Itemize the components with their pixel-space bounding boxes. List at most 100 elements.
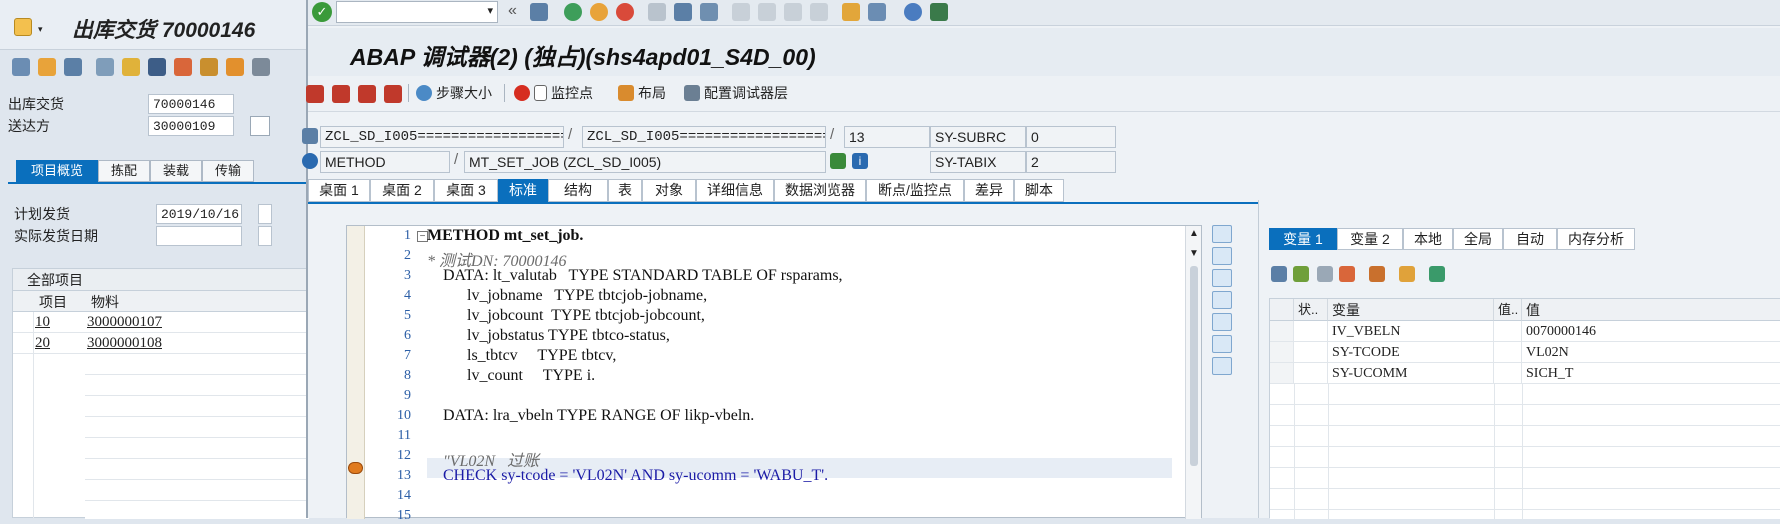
table-row[interactable]: 20 3000000108 — [13, 333, 309, 354]
swap-tool-icon[interactable] — [1212, 313, 1232, 331]
variable-col-header[interactable]: 变量 — [1328, 299, 1494, 321]
help-icon[interactable] — [904, 3, 922, 21]
remove-var-icon[interactable] — [1339, 266, 1355, 282]
delete-icon[interactable] — [64, 58, 82, 76]
new-tool-icon[interactable] — [1212, 247, 1232, 265]
home-icon[interactable] — [252, 58, 270, 76]
sort-var-icon[interactable] — [1369, 266, 1385, 282]
planned-gi-field[interactable]: 2019/10/16 — [156, 204, 242, 224]
watchpoint-button[interactable]: 监控点 — [514, 82, 593, 104]
tab-global[interactable]: 全局 — [1453, 228, 1503, 250]
execute-icon[interactable] — [332, 85, 350, 103]
find-next-icon[interactable] — [700, 3, 718, 21]
tab-transport[interactable]: 传输 — [202, 160, 254, 182]
row-selector[interactable] — [1270, 342, 1294, 363]
tab-table[interactable]: 表 — [608, 179, 642, 202]
tab-variables-1[interactable]: 变量 1 — [1269, 228, 1337, 250]
copy-icon[interactable] — [96, 58, 114, 76]
tab-picking[interactable]: 拣配 — [98, 160, 150, 182]
chevron-down-icon[interactable]: ▾ — [487, 4, 493, 17]
tab-memory-analysis[interactable]: 内存分析 — [1557, 228, 1635, 250]
value-col-header[interactable]: 值 — [1522, 299, 1780, 321]
actual-gi-time[interactable] — [258, 226, 272, 246]
single-step-icon[interactable] — [306, 85, 324, 103]
tag-var-icon[interactable] — [1429, 266, 1445, 282]
layout-menu-icon[interactable] — [930, 3, 948, 21]
method-type-field[interactable]: METHOD — [320, 151, 450, 173]
actual-gi-field[interactable] — [156, 226, 242, 246]
tab-desktop-2[interactable]: 桌面 2 — [370, 179, 434, 202]
breakpoint-gutter[interactable] — [347, 226, 365, 519]
variable-name-cell[interactable]: IV_VBELN — [1328, 321, 1494, 342]
maximize-tool-icon[interactable] — [1212, 291, 1232, 309]
tab-script[interactable]: 脚本 — [1014, 179, 1064, 202]
partner-icon[interactable] — [122, 58, 140, 76]
tab-item-overview[interactable]: 项目概览 — [16, 160, 98, 182]
exit-icon[interactable] — [590, 3, 608, 21]
continue-icon[interactable] — [384, 85, 402, 103]
services-tool-icon[interactable] — [1212, 335, 1232, 353]
display-change-icon[interactable] — [12, 58, 30, 76]
tab-local[interactable]: 本地 — [1403, 228, 1453, 250]
tab-breakpoints[interactable]: 断点/监控点 — [866, 179, 964, 202]
cancel-icon[interactable] — [616, 3, 634, 21]
back-icon[interactable] — [564, 3, 582, 21]
layout-button[interactable]: 布局 — [618, 82, 666, 104]
variable-name-cell[interactable]: SY-UCOMM — [1328, 363, 1494, 384]
delete-var-icon[interactable] — [1271, 266, 1287, 282]
tab-standard[interactable]: 标准 — [498, 179, 548, 202]
pack-icon[interactable] — [174, 58, 192, 76]
row-selector[interactable] — [1270, 321, 1294, 342]
row-selector[interactable] — [1270, 363, 1294, 384]
info-icon[interactable]: i — [852, 153, 868, 169]
value-type-col-header[interactable]: 值.. — [1494, 299, 1522, 321]
shortcut-icon[interactable] — [868, 3, 886, 21]
variable-value-cell[interactable]: SICH_T — [1522, 363, 1780, 384]
program-field-2[interactable]: ZCL_SD_I005=====================... — [582, 126, 826, 148]
tab-loading[interactable]: 装载 — [150, 160, 202, 182]
item-number[interactable]: 10 — [35, 314, 50, 331]
truck-icon[interactable] — [226, 58, 244, 76]
app-menu-icon[interactable] — [14, 18, 32, 36]
last-page-icon[interactable] — [810, 3, 828, 21]
command-field[interactable]: ▾ — [336, 1, 498, 23]
export-var-icon[interactable] — [1293, 266, 1309, 282]
program-field-1[interactable]: ZCL_SD_I005=====================... — [320, 126, 564, 148]
hat-icon[interactable] — [148, 58, 166, 76]
return-icon[interactable] — [358, 85, 376, 103]
sy-subrc-value[interactable]: 0 — [1026, 126, 1116, 148]
tab-variables-2[interactable]: 变量 2 — [1337, 228, 1403, 250]
status-col-header[interactable]: 状.. — [1294, 299, 1328, 321]
tab-details[interactable]: 详细信息 — [696, 179, 774, 202]
variable-value-cell[interactable]: 0070000146 — [1522, 321, 1780, 342]
tab-auto[interactable]: 自动 — [1503, 228, 1557, 250]
step-size-button[interactable]: 步骤大小 — [416, 82, 492, 104]
line-number-field[interactable]: 13 — [844, 126, 930, 148]
edit-icon[interactable] — [38, 58, 56, 76]
material-number[interactable]: 3000000108 — [87, 335, 162, 352]
import-var-icon[interactable] — [1317, 266, 1333, 282]
find-icon[interactable] — [674, 3, 692, 21]
scroll-thumb[interactable] — [1190, 266, 1198, 466]
settings-tool-icon[interactable] — [1212, 357, 1232, 375]
ship-to-field[interactable]: 30000109 — [148, 116, 234, 136]
print-icon[interactable] — [648, 3, 666, 21]
dropdown-icon[interactable]: ▾ — [38, 24, 43, 35]
tab-data-browser[interactable]: 数据浏览器 — [774, 179, 866, 202]
editor-scrollbar[interactable]: ▲ ▼ — [1185, 226, 1201, 519]
tab-desktop-3[interactable]: 桌面 3 — [434, 179, 498, 202]
variable-name-cell[interactable]: SY-TCODE — [1328, 342, 1494, 363]
method-name-field[interactable]: MT_SET_JOB (ZCL_SD_I005) — [464, 151, 826, 173]
collapse-icon[interactable]: « — [508, 2, 517, 20]
prev-page-icon[interactable] — [758, 3, 776, 21]
tab-desktop-1[interactable]: 桌面 1 — [308, 179, 370, 202]
planned-gi-time[interactable] — [258, 204, 272, 224]
navigate-icon[interactable] — [830, 153, 846, 169]
new-session-icon[interactable] — [842, 3, 860, 21]
tab-structure[interactable]: 结构 — [548, 179, 608, 202]
close-tool-icon[interactable] — [1212, 225, 1232, 243]
sy-tabix-value[interactable]: 2 — [1026, 151, 1116, 173]
goods-icon[interactable] — [200, 58, 218, 76]
source-code-editor[interactable]: − 1 2 3 4 5 6 7 8 9 10 11 12 13 14 15 ME… — [346, 225, 1202, 523]
item-number[interactable]: 20 — [35, 335, 50, 352]
